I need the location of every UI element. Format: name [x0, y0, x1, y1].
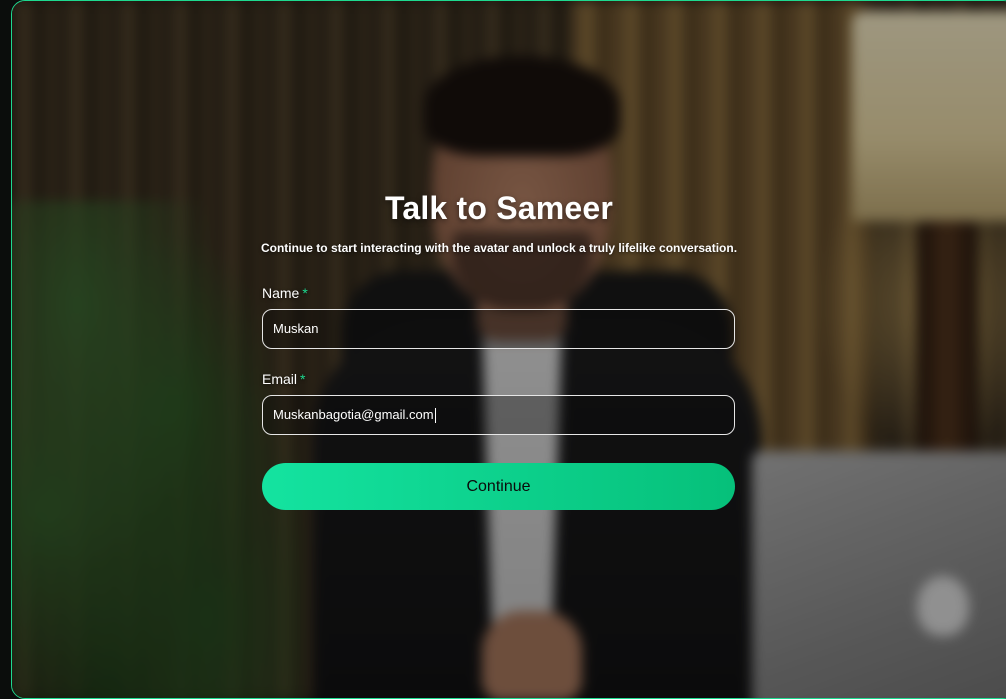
- name-input[interactable]: Muskan: [262, 309, 735, 349]
- name-label: Name *: [262, 285, 736, 301]
- form-title: Talk to Sameer: [384, 190, 614, 226]
- email-input[interactable]: Muskanbagotia@gmail.com: [262, 395, 735, 435]
- continue-button[interactable]: Continue: [262, 463, 735, 510]
- email-input-value: Muskanbagotia@gmail.com: [273, 407, 434, 422]
- talk-form: Talk to Sameer Continue to start interac…: [261, 190, 737, 510]
- form-subtitle: Continue to start interacting with the a…: [260, 241, 738, 255]
- required-marker: *: [300, 371, 306, 387]
- name-input-value: Muskan: [273, 321, 319, 336]
- email-label-text: Email: [262, 371, 298, 387]
- required-marker: *: [302, 285, 308, 301]
- email-label: Email *: [262, 371, 736, 387]
- name-label-text: Name: [262, 285, 300, 301]
- text-caret: [434, 408, 436, 424]
